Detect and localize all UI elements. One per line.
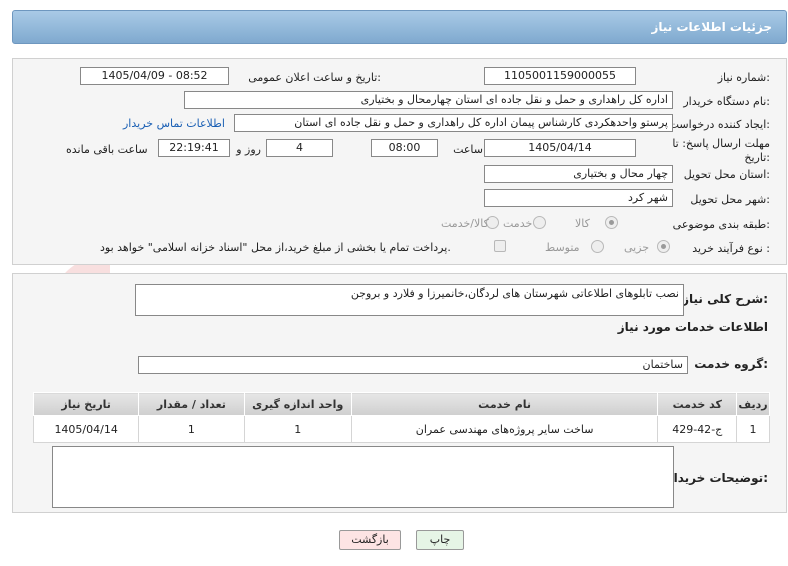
col-need-date: تاریخ نیاز — [32, 392, 140, 416]
buyer-org-field: اداره کل راهداری و حمل و نقل جاده ای است… — [184, 91, 673, 109]
services-table-wrap: ردیف کد خدمت نام خدمت واحد اندازه گیری ت… — [32, 392, 770, 443]
category-option-service: خدمت — [503, 217, 533, 230]
col-unit: واحد اندازه گیری — [243, 392, 352, 416]
table-row: 1 ج-42-429 ساخت سایر پروژه‌های مهندسی عم… — [32, 415, 770, 443]
need-number-field: 1105001159000055 — [484, 67, 636, 85]
delivery-city-field: شهر کرد — [484, 189, 673, 207]
buyer-contact-link[interactable]: اطلاعات تماس خریدار — [123, 117, 225, 130]
buyer-org-label: نام دستگاه خریدار: — [683, 95, 770, 108]
category-radio-goods[interactable] — [605, 216, 618, 229]
need-summary-label: شرح کلی نیاز: — [682, 292, 768, 306]
page-title: جزئیات اطلاعات نیاز — [651, 20, 772, 34]
panel-header: جزئیات اطلاعات نیاز — [12, 10, 787, 44]
category-label: طبقه بندی موضوعی: — [672, 218, 770, 231]
deadline-date-field: 1405/04/14 — [484, 139, 636, 157]
process-type-label: نوع فرآیند خرید : — [692, 242, 770, 255]
back-button[interactable]: بازگشت — [339, 530, 401, 550]
col-service-name: نام خدمت — [350, 392, 659, 416]
col-quantity: تعداد / مقدار — [138, 392, 245, 416]
buyer-notes-label: توضیحات خریدار: — [666, 471, 768, 485]
services-table-header: ردیف کد خدمت نام خدمت واحد اندازه گیری ت… — [32, 392, 770, 416]
deadline-label: مهلت ارسال پاسخ: تا تاریخ: — [672, 137, 770, 164]
process-option-minor: جزیی — [624, 241, 650, 254]
row-unit: 1 — [243, 415, 352, 443]
row-service-name: ساخت سایر پروژه‌های مهندسی عمران — [350, 415, 659, 443]
requester-label: ایجاد کننده درخواست: — [668, 118, 770, 131]
deadline-time-field: 08:00 — [371, 139, 438, 157]
deadline-time-label: ساعت — [453, 143, 483, 156]
days-label: روز و — [236, 143, 261, 156]
row-service-code: ج-42-429 — [657, 415, 738, 443]
need-summary-field: نصب تابلوهای اطلاعاتی شهرستان های لردگان… — [135, 284, 684, 316]
row-index: 1 — [736, 415, 770, 443]
announce-datetime-field: 1405/04/09 - 08:52 — [80, 67, 229, 85]
treasury-checkbox[interactable] — [494, 240, 506, 252]
announce-datetime-label: تاریخ و ساعت اعلان عمومی: — [248, 71, 381, 84]
row-need-date: 1405/04/14 — [32, 415, 140, 443]
delivery-province-field: چهار محال و بختیاری — [484, 165, 673, 183]
print-button[interactable]: چاپ — [416, 530, 464, 550]
category-option-goods: کالا — [575, 217, 590, 230]
col-index: ردیف — [736, 392, 770, 416]
service-group-label: گروه خدمت: — [694, 357, 768, 371]
services-table: ردیف کد خدمت نام خدمت واحد اندازه گیری ت… — [32, 392, 770, 443]
process-radio-medium[interactable] — [591, 240, 604, 253]
col-service-code: کد خدمت — [657, 392, 738, 416]
services-section-title: اطلاعات خدمات مورد نیاز — [617, 320, 768, 334]
delivery-province-label: استان محل تحویل: — [683, 168, 770, 181]
time-remaining-label: ساعت باقی مانده — [66, 143, 148, 156]
treasury-note: پرداخت تمام یا بخشی از مبلغ خرید،از محل … — [100, 241, 451, 254]
requester-field: پرستو واحدهکردی کارشناس پیمان اداره کل ر… — [234, 114, 673, 132]
process-radio-minor[interactable] — [657, 240, 670, 253]
category-option-goods-service: کالا/خدمت — [441, 217, 489, 230]
process-option-medium: متوسط — [545, 241, 580, 254]
row-quantity: 1 — [138, 415, 245, 443]
need-number-label: شماره نیاز: — [717, 71, 770, 84]
days-remaining-field: 4 — [266, 139, 333, 157]
category-radio-service[interactable] — [533, 216, 546, 229]
delivery-city-label: شهر محل تحویل: — [690, 193, 770, 206]
time-remaining-field: 22:19:41 — [158, 139, 230, 157]
buyer-notes-field[interactable] — [52, 446, 674, 508]
service-group-field: ساختمان — [138, 356, 688, 374]
